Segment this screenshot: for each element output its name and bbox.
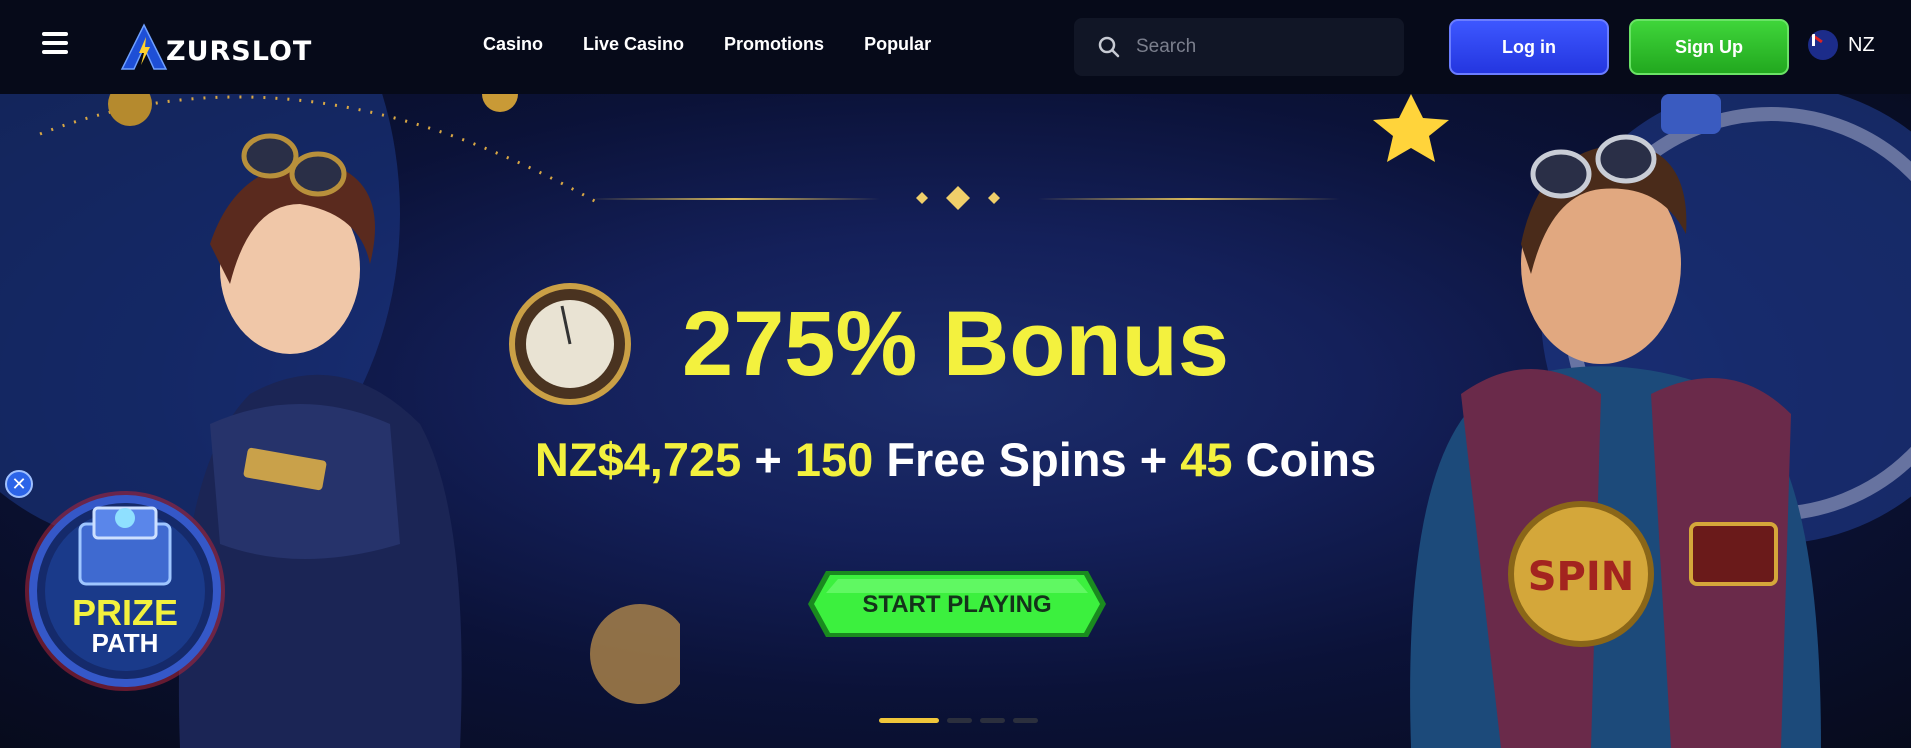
site-logo[interactable]: ZURSLOT	[120, 22, 312, 72]
prize-chest-icon	[25, 491, 225, 691]
plus-separator: +	[741, 433, 795, 486]
nav-promotions[interactable]: Promotions	[724, 34, 824, 55]
logo-a-icon	[120, 23, 168, 70]
start-playing-label: START PLAYING	[862, 591, 1052, 618]
free-spins-label: Free Spins +	[873, 433, 1181, 486]
nav-popular[interactable]: Popular	[864, 34, 931, 55]
start-playing-button[interactable]: START PLAYING	[808, 571, 1106, 637]
slider-pagination	[879, 718, 1038, 723]
search-input[interactable]	[1136, 36, 1386, 58]
logo-text: ZURSLOT	[166, 35, 313, 67]
login-button[interactable]: Log in	[1449, 19, 1609, 75]
slide-dot-3[interactable]	[980, 718, 1005, 723]
hero-banner: SPIN 275% Bonus NZ$4,725 + 150 Free Spin…	[0, 94, 1911, 748]
slide-dot-1[interactable]	[879, 718, 939, 723]
hero-man-illustration: SPIN	[1373, 94, 1911, 748]
prize-path-widget[interactable]: PRIZE PATH	[22, 488, 228, 694]
coins-count: 45	[1180, 433, 1233, 486]
language-selector[interactable]: NZ	[1808, 30, 1875, 60]
bonus-amount: NZ$4,725	[534, 433, 742, 486]
menu-icon[interactable]	[42, 32, 68, 54]
nav-casino[interactable]: Casino	[483, 34, 543, 55]
language-code: NZ	[1848, 33, 1875, 56]
search-box[interactable]	[1074, 18, 1404, 76]
diamond-ornament-icon	[916, 186, 1000, 210]
svg-text:SPIN: SPIN	[1528, 554, 1634, 600]
signup-button[interactable]: Sign Up	[1629, 19, 1789, 75]
slide-dot-2[interactable]	[947, 718, 972, 723]
nz-flag-icon	[1808, 30, 1838, 60]
coins-label: Coins	[1232, 433, 1377, 486]
bonus-details: NZ$4,725 + 150 Free Spins + 45 Coins	[0, 432, 1911, 487]
prize-widget-subtitle: PATH	[91, 628, 159, 658]
nav-live-casino[interactable]: Live Casino	[583, 34, 684, 55]
slide-dot-4[interactable]	[1013, 718, 1038, 723]
site-header: ZURSLOT Casino Live Casino Promotions Po…	[0, 0, 1911, 94]
search-icon	[1098, 36, 1120, 58]
bonus-headline: 275% Bonus	[681, 293, 1230, 395]
main-nav: Casino Live Casino Promotions Popular	[483, 34, 931, 55]
free-spins-count: 150	[794, 433, 874, 486]
